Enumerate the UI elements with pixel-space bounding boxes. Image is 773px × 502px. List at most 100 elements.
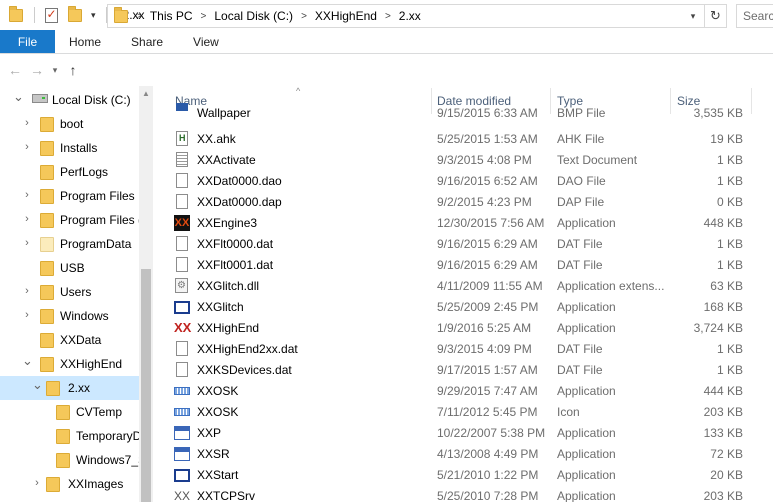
chevron-right-icon[interactable]: › (22, 213, 32, 225)
file-row[interactable]: XX XXHighEnd 1/9/2016 5:25 AM Application 3,… (171, 318, 773, 339)
tab-home[interactable]: Home (55, 30, 116, 53)
file-row[interactable]: XXDat0000.dap 9/2/2015 4:23 PM DAP File 0 K… (171, 192, 773, 213)
file-list: ^ Name Date modified Type Size Wallpaper… (153, 86, 773, 502)
breadcrumb-this-pc[interactable]: This PC (150, 9, 193, 23)
file-row[interactable]: XX XXTCPSrv 5/25/2010 7:28 PM Application 20… (171, 486, 773, 502)
address-dropdown-icon[interactable]: ▾ (682, 5, 704, 27)
chevron-down-icon[interactable]: ⌄ (22, 353, 33, 369)
file-size: 1 KB (716, 342, 743, 356)
tree-item[interactable]: › ProgramData (0, 232, 139, 256)
tab-view[interactable]: View (178, 30, 234, 53)
back-arrow-icon[interactable]: ← (4, 62, 26, 78)
tab-file[interactable]: File (0, 30, 55, 53)
folder-icon (40, 261, 54, 276)
up-arrow-icon[interactable]: ↑ (62, 62, 84, 78)
forward-arrow-icon[interactable]: → (26, 62, 48, 78)
bmp-icon (176, 103, 188, 111)
file-size: 1 KB (716, 174, 743, 188)
chevron-down-icon[interactable]: ⌄ (13, 89, 24, 105)
navigation-scrollbar[interactable]: ▲ (139, 86, 153, 502)
chevron-right-icon[interactable]: › (22, 117, 32, 129)
toolbar-divider (34, 7, 35, 23)
file-size: 3,724 KB (693, 321, 743, 335)
file-row[interactable]: XX XXEngine3 12/30/2015 7:56 AM Application… (171, 213, 773, 234)
file-type: Application (557, 384, 616, 398)
file-type: DAP File (557, 195, 605, 209)
file-row[interactable]: XXGlitch 5/25/2009 2:45 PM Application 168 … (171, 297, 773, 318)
chevron-right-icon[interactable]: > (136, 11, 142, 22)
chevron-right-icon[interactable]: › (22, 237, 32, 249)
tree-item[interactable]: ⌄ Local Disk (C:) (0, 88, 139, 112)
scrollbar-thumb[interactable] (141, 269, 151, 502)
sort-ascending-icon: ^ (296, 86, 301, 96)
file-row[interactable]: XXOSK 7/11/2012 5:45 PM Icon 203 KB (171, 402, 773, 423)
file-name: XXFlt0001.dat (197, 258, 274, 272)
file-row[interactable]: XX.ahk 5/25/2015 1:53 AM AHK File 19 KB (171, 129, 773, 150)
tree-item[interactable]: › boot (0, 112, 139, 136)
file-row[interactable]: XXStart 5/21/2010 1:22 PM Application 20 KB (171, 465, 773, 486)
chevron-down-icon[interactable]: ⌄ (32, 377, 43, 393)
tree-item[interactable]: › XXImages (0, 472, 139, 496)
file-type: Application (557, 426, 616, 440)
file-type: DAT File (557, 237, 603, 251)
file-type: DAO File (557, 174, 606, 188)
recent-locations-dropdown-icon[interactable]: ▾ (48, 65, 62, 76)
breadcrumb-2xx[interactable]: 2.xx (399, 9, 421, 23)
file-row[interactable]: XXOSK 9/29/2015 7:47 AM Application 444 KB (171, 381, 773, 402)
file-size: 448 KB (703, 216, 743, 230)
tree-item[interactable]: Windows7_S (0, 448, 139, 472)
file-row[interactable]: XXSR 4/13/2008 4:49 PM Application 72 KB (171, 444, 773, 465)
tree-item-label: ProgramData (60, 237, 132, 251)
tree-item[interactable]: CVTemp (0, 400, 139, 424)
file-name: XXOSK (197, 405, 239, 419)
chevron-right-icon[interactable]: > (301, 11, 307, 22)
tree-item[interactable]: › Program Files ( (0, 208, 139, 232)
folder-icon (40, 189, 54, 204)
blank-file-icon (176, 236, 188, 251)
tree-item[interactable]: ⌄ XXHighEnd (0, 352, 139, 376)
file-type: Text Document (557, 153, 638, 167)
dll-icon (175, 278, 188, 293)
tree-item[interactable]: › Windows (0, 304, 139, 328)
search-input[interactable]: Search 2.xx (736, 4, 773, 28)
tree-item-label: Installs (60, 141, 98, 155)
chevron-right-icon[interactable]: > (201, 11, 207, 22)
tree-item[interactable]: PerfLogs (0, 160, 139, 184)
file-row[interactable]: XXDat0000.dao 9/16/2015 6:52 AM DAO File 1 … (171, 171, 773, 192)
address-bar[interactable]: > This PC > Local Disk (C:) > XXHighEnd … (107, 4, 705, 28)
file-size: 63 KB (710, 279, 743, 293)
new-folder-icon[interactable] (67, 5, 83, 23)
folder-icon[interactable] (8, 5, 24, 23)
tree-item[interactable]: USB (0, 256, 139, 280)
file-name: XXGlitch (197, 300, 244, 314)
file-row[interactable]: XXActivate 9/3/2015 4:08 PM Text Document 1… (171, 150, 773, 171)
file-row[interactable]: XXKSDevices.dat 9/17/2015 1:57 AM DAT File… (171, 360, 773, 381)
xx-grey-icon: XX (174, 489, 191, 502)
chevron-right-icon[interactable]: › (22, 141, 32, 153)
file-row[interactable]: XXP 10/22/2007 5:38 PM Application 133 KB (171, 423, 773, 444)
breadcrumb-xxhighend[interactable]: XXHighEnd (315, 9, 377, 23)
file-row[interactable]: XXFlt0001.dat 9/16/2015 6:29 AM DAT File 1 … (171, 255, 773, 276)
tree-item[interactable]: › Users (0, 280, 139, 304)
chevron-right-icon[interactable]: › (32, 477, 42, 489)
chevron-right-icon[interactable]: › (22, 309, 32, 321)
refresh-icon[interactable]: ↻ (705, 4, 727, 28)
chevron-right-icon[interactable]: › (22, 285, 32, 297)
customize-toolbar-dropdown-icon[interactable]: ▾ (91, 10, 96, 21)
file-row[interactable]: Wallpaper 9/15/2015 6:33 AM BMP File 3,535 … (171, 103, 773, 124)
tree-item[interactable]: TemporaryD (0, 424, 139, 448)
tree-item[interactable]: › Program Files (0, 184, 139, 208)
file-row[interactable]: XXFlt0000.dat 9/16/2015 6:29 AM DAT File 1 … (171, 234, 773, 255)
tree-item[interactable]: › Installs (0, 136, 139, 160)
breadcrumb-local-disk[interactable]: Local Disk (C:) (214, 9, 293, 23)
properties-icon[interactable] (43, 7, 59, 23)
file-row[interactable]: XXHighEnd2xx.dat 9/3/2015 4:09 PM DAT File… (171, 339, 773, 360)
tree-item[interactable]: XXData (0, 328, 139, 352)
tab-share[interactable]: Share (116, 30, 178, 53)
file-row[interactable]: XXGlitch.dll 4/11/2009 11:55 AM Applicatio… (171, 276, 773, 297)
chevron-right-icon[interactable]: › (22, 189, 32, 201)
chevron-right-icon[interactable]: > (385, 11, 391, 22)
scroll-up-icon[interactable]: ▲ (139, 86, 153, 102)
ribbon-tabs: File Home Share View (0, 30, 773, 54)
tree-item[interactable]: ⌄ 2.xx (0, 376, 139, 400)
